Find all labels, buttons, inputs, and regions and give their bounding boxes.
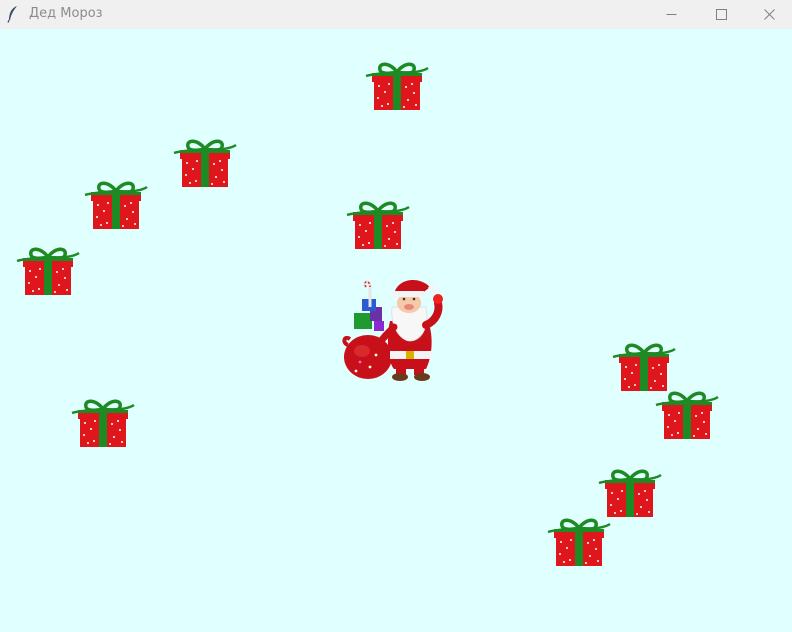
- game-canvas[interactable]: [0, 29, 792, 632]
- feather-icon: [7, 6, 17, 23]
- gift-icon[interactable]: [654, 389, 720, 441]
- maximize-icon: [715, 9, 727, 20]
- gift-icon[interactable]: [364, 60, 430, 112]
- game-window: Дед Мороз: [0, 0, 792, 632]
- gift-icon[interactable]: [70, 397, 136, 449]
- close-button[interactable]: [746, 0, 792, 29]
- gift-icon[interactable]: [15, 245, 81, 297]
- minimize-icon: [666, 14, 676, 15]
- gift-icon[interactable]: [546, 516, 612, 568]
- gift-icon[interactable]: [172, 137, 238, 189]
- gift-icon[interactable]: [345, 199, 411, 251]
- close-icon: [763, 9, 775, 20]
- window-title: Дед Мороз: [29, 6, 103, 21]
- title-bar[interactable]: Дед Мороз: [0, 0, 792, 29]
- gift-icon[interactable]: [597, 467, 663, 519]
- maximize-button[interactable]: [698, 0, 744, 29]
- gift-icon[interactable]: [611, 341, 677, 393]
- gift-icon[interactable]: [83, 179, 149, 231]
- minimize-button[interactable]: [648, 0, 694, 29]
- santa-claus-icon[interactable]: [340, 277, 452, 383]
